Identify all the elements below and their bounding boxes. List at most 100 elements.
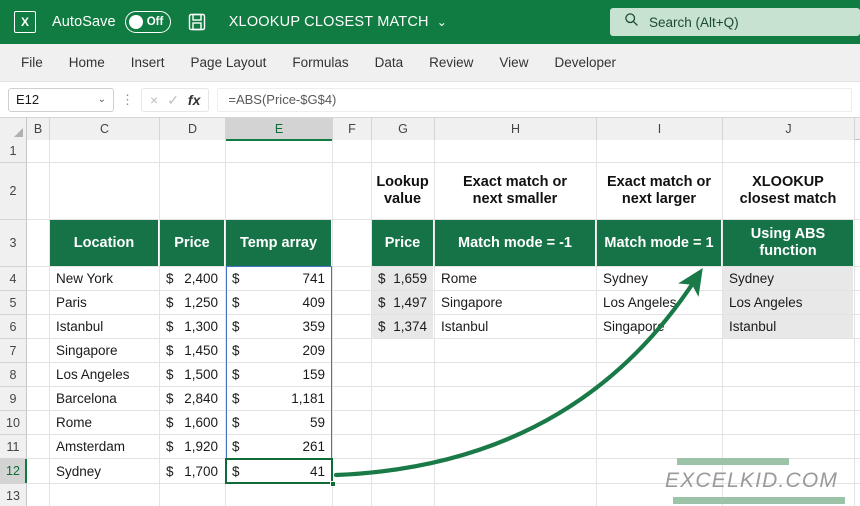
row-header-3[interactable]: 3 [0,220,27,267]
match-smaller-cell[interactable]: Rome [435,267,595,290]
row-header-2[interactable]: 2 [0,163,27,220]
row-header-10[interactable]: 10 [0,411,27,435]
abs-result-cell[interactable]: Sydney [723,267,853,290]
table-row-location[interactable]: Rome [50,411,158,434]
abs-result-cell[interactable]: Los Angeles [723,291,853,314]
table-row-location[interactable]: Amsterdam [50,435,158,458]
title-lookup-value: Lookup value [376,173,429,207]
table-row-price[interactable]: $1,500 [160,363,224,386]
tab-review[interactable]: Review [416,51,486,74]
gridline-v [854,140,855,506]
header-price: Price [160,220,224,266]
table-row-price[interactable]: $1,700 [160,459,224,483]
table-row-location[interactable]: New York [50,267,158,290]
excel-window: X AutoSave Off XLOOKUP CLOSEST MATCH ⌄ S… [0,0,860,506]
select-all-corner[interactable] [0,118,27,140]
title-xlookup-closest-match: XLOOKUP closest match [739,173,837,207]
header-lookup-price: Price [372,220,433,266]
lookup-price-cell[interactable]: $1,497 [372,291,433,314]
table-row-price[interactable]: $2,400 [160,267,224,290]
tab-developer[interactable]: Developer [541,51,629,74]
autosave-toggle[interactable]: Off [124,11,171,33]
active-cell-E12[interactable]: $41 [226,459,331,483]
table-row-temp[interactable]: $1,181 [226,387,331,410]
column-header-G[interactable]: G [372,118,435,140]
table-row-temp[interactable]: $409 [226,291,331,314]
row-header-13[interactable]: 13 [0,484,27,506]
table-row-location[interactable]: Los Angeles [50,363,158,386]
table-row-location[interactable]: Barcelona [50,387,158,410]
chevron-down-icon[interactable]: ⌄ [437,16,447,28]
name-box-value: E12 [16,92,40,107]
match-larger-cell[interactable]: Los Angeles [597,291,721,314]
table-row-price[interactable]: $1,250 [160,291,224,314]
chevron-down-icon[interactable]: ⌄ [98,94,106,105]
tab-file[interactable]: File [8,51,56,74]
table-row-temp[interactable]: $261 [226,435,331,458]
match-smaller-cell[interactable]: Istanbul [435,315,595,338]
table-row-location[interactable]: Sydney [50,459,158,483]
spreadsheet-grid: B C D E F G H I J 1 2 3 4 5 6 7 8 9 10 1… [0,118,860,506]
row-header-1[interactable]: 1 [0,140,27,163]
save-icon[interactable] [187,12,207,32]
column-header-D[interactable]: D [160,118,226,140]
match-larger-cell[interactable]: Singapore [597,315,721,338]
table-row-price[interactable]: $2,840 [160,387,224,410]
fill-handle[interactable] [330,481,336,487]
row-header-5[interactable]: 5 [0,291,27,315]
match-smaller-cell[interactable]: Singapore [435,291,595,314]
row-header-4[interactable]: 4 [0,267,27,291]
formula-input[interactable]: =ABS(Price-$G$4) [217,87,852,112]
autosave-label: AutoSave [52,14,116,30]
tab-view[interactable]: View [486,51,541,74]
more-options-icon[interactable]: ⋮ [121,92,134,108]
name-box[interactable]: E12 ⌄ [8,87,114,112]
table-row-location[interactable]: Singapore [50,339,158,362]
table-row-price[interactable]: $1,920 [160,435,224,458]
table-row-temp[interactable]: $741 [226,267,331,290]
formula-action-buttons: × ✓ fx [141,87,210,112]
insert-function-icon[interactable]: fx [188,92,200,108]
column-header-H[interactable]: H [435,118,597,140]
tab-insert[interactable]: Insert [118,51,178,74]
match-larger-cell[interactable]: Sydney [597,267,721,290]
column-header-F[interactable]: F [333,118,372,140]
table-row-location[interactable]: Paris [50,291,158,314]
table-row-price[interactable]: $1,450 [160,339,224,362]
row-header-7[interactable]: 7 [0,339,27,363]
table-row-price[interactable]: $1,300 [160,315,224,338]
lookup-price-cell[interactable]: $1,374 [372,315,433,338]
table-row-temp[interactable]: $59 [226,411,331,434]
title-exact-or-next-smaller: Exact match or next smaller [463,173,567,207]
table-row-price[interactable]: $1,600 [160,411,224,434]
row-header-8[interactable]: 8 [0,363,27,387]
cancel-icon[interactable]: × [150,93,158,107]
document-title[interactable]: XLOOKUP CLOSEST MATCH [229,14,429,30]
row-header-11[interactable]: 11 [0,435,27,459]
lookup-price-cell[interactable]: $1,659 [372,267,433,290]
column-header-B[interactable]: B [27,118,50,140]
tab-home[interactable]: Home [56,51,118,74]
tab-formulas[interactable]: Formulas [279,51,361,74]
tab-page-layout[interactable]: Page Layout [178,51,280,74]
table-row-temp[interactable]: $159 [226,363,331,386]
gridline-v [332,140,333,506]
column-header-I[interactable]: I [597,118,723,140]
header-match-mode-1: Match mode = 1 [597,220,721,266]
row-header-9[interactable]: 9 [0,387,27,411]
table-row-location[interactable]: Istanbul [50,315,158,338]
table-row-temp[interactable]: $359 [226,315,331,338]
abs-result-cell[interactable]: Istanbul [723,315,853,338]
search-input[interactable]: Search (Alt+Q) [610,8,860,36]
column-header-J[interactable]: J [723,118,855,140]
column-header-E[interactable]: E [226,118,333,141]
column-header-C[interactable]: C [50,118,160,140]
row-header-6[interactable]: 6 [0,315,27,339]
watermark-bar-top [677,458,789,465]
row-header-12[interactable]: 12 [0,459,27,484]
cells-area: Lookup value Exact match or next smaller… [27,140,860,506]
tab-data[interactable]: Data [362,51,417,74]
confirm-icon[interactable]: ✓ [167,93,179,107]
table-row-temp[interactable]: $209 [226,339,331,362]
header-location: Location [50,220,158,266]
